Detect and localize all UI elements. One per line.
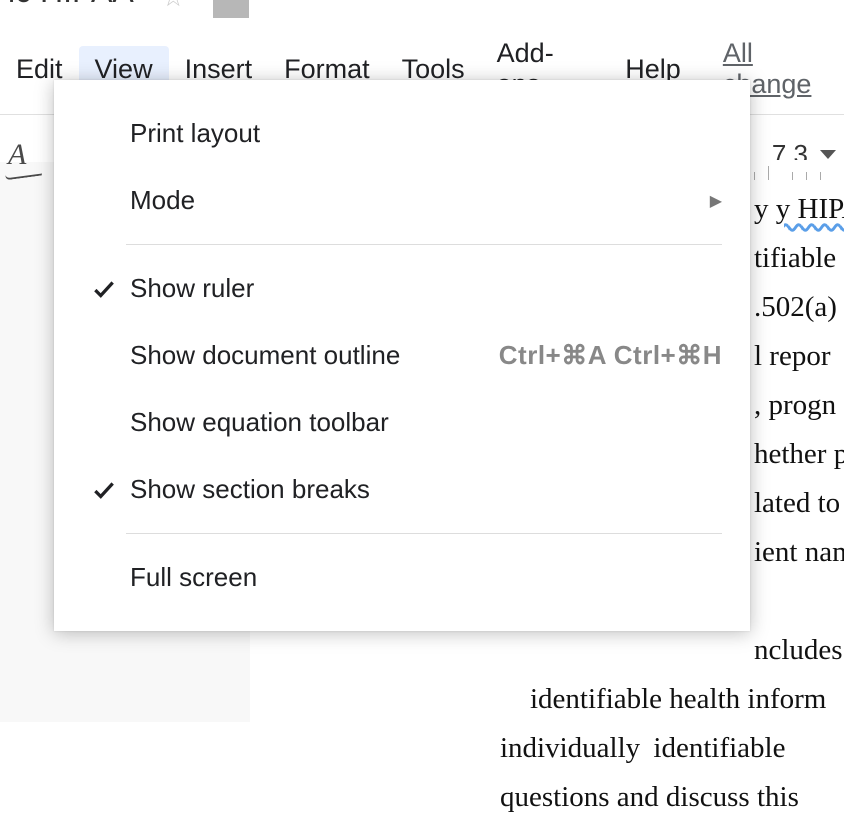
text-line: individually identifiable (490, 724, 844, 773)
text-line: ncludes (490, 626, 844, 675)
menu-show-outline-label: Show document outline (126, 340, 499, 371)
menu-separator (126, 533, 722, 534)
chevron-down-icon (820, 150, 836, 159)
ruler-tick (768, 166, 769, 180)
menu-separator (126, 244, 722, 245)
menu-print-layout[interactable]: Print layout (54, 100, 750, 167)
menu-show-equation-toolbar[interactable]: Show equation toolbar (54, 389, 750, 456)
menu-show-outline[interactable]: Show document outline Ctrl+⌘A Ctrl+⌘H (54, 322, 750, 389)
check-icon (82, 276, 126, 302)
text-line: questions and discuss this (490, 773, 844, 822)
check-icon (82, 477, 126, 503)
menu-show-ruler[interactable]: Show ruler (54, 255, 750, 322)
document-title-bar: ic HIPAA ☆ (0, 0, 844, 24)
ruler-tick (754, 172, 755, 180)
text-line: identifiable health inform (490, 675, 844, 724)
menu-show-ruler-label: Show ruler (126, 273, 722, 304)
folder-icon[interactable] (213, 0, 249, 18)
underlined-text: y HIPA (776, 193, 844, 225)
menu-show-equation-label: Show equation toolbar (126, 407, 722, 438)
menu-print-layout-label: Print layout (126, 118, 722, 149)
menu-shortcut: Ctrl+⌘A Ctrl+⌘H (499, 340, 722, 371)
menu-show-section-breaks[interactable]: Show section breaks (54, 456, 750, 523)
submenu-arrow-icon: ▶ (710, 191, 722, 211)
ruler-tick (806, 172, 807, 180)
clear-formatting-icon[interactable]: A (8, 138, 24, 172)
menu-show-section-label: Show section breaks (126, 474, 722, 505)
star-icon[interactable]: ☆ (162, 0, 185, 2)
menu-full-screen[interactable]: Full screen (54, 544, 750, 611)
menu-full-screen-label: Full screen (126, 562, 722, 593)
ruler-tick (820, 172, 821, 180)
menu-mode-label: Mode (126, 185, 710, 216)
menu-mode[interactable]: Mode ▶ (54, 167, 750, 234)
ruler (744, 160, 844, 180)
view-dropdown-menu: Print layout Mode ▶ Show ruler Show docu… (54, 80, 750, 631)
ruler-tick (792, 172, 793, 180)
